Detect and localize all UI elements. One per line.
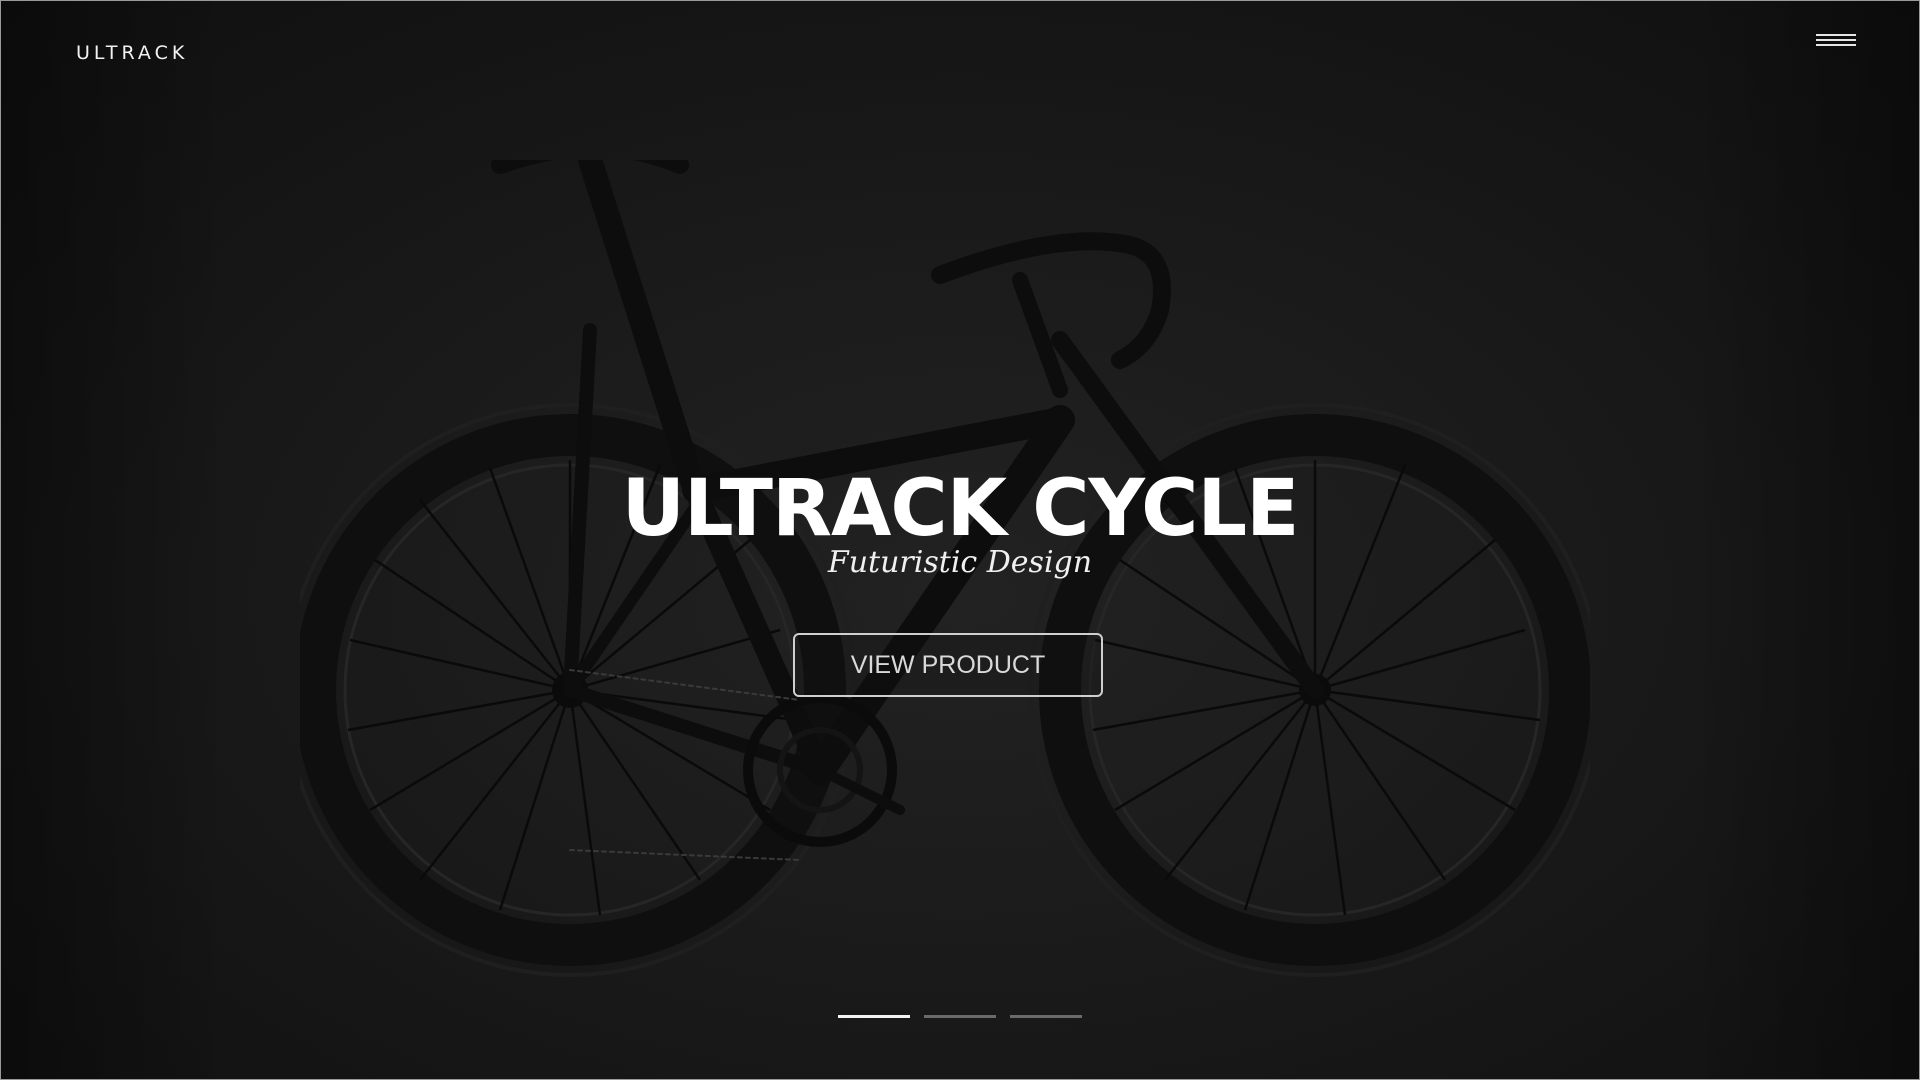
brand-logo[interactable]: ULTRACK [76,42,188,64]
hamburger-menu-icon[interactable] [1816,30,1858,50]
menu-line [1816,39,1856,41]
hero-section: ULTRACK ULTRACK CYCLE Futuristic Design … [0,0,1920,1080]
menu-line [1816,34,1856,36]
hero-title: ULTRACK CYCLE [621,464,1300,554]
slider-dot-2[interactable] [924,1015,996,1018]
slider-dot-3[interactable] [1010,1015,1082,1018]
slider-dot-1[interactable] [838,1015,910,1018]
view-product-label: VIEW PRODUCT [850,650,1046,679]
view-product-button[interactable]: VIEW PRODUCT [793,633,1103,697]
hero-subtitle: Futuristic Design [827,545,1093,580]
menu-line [1816,44,1856,46]
slider-pagination [838,1015,1082,1018]
